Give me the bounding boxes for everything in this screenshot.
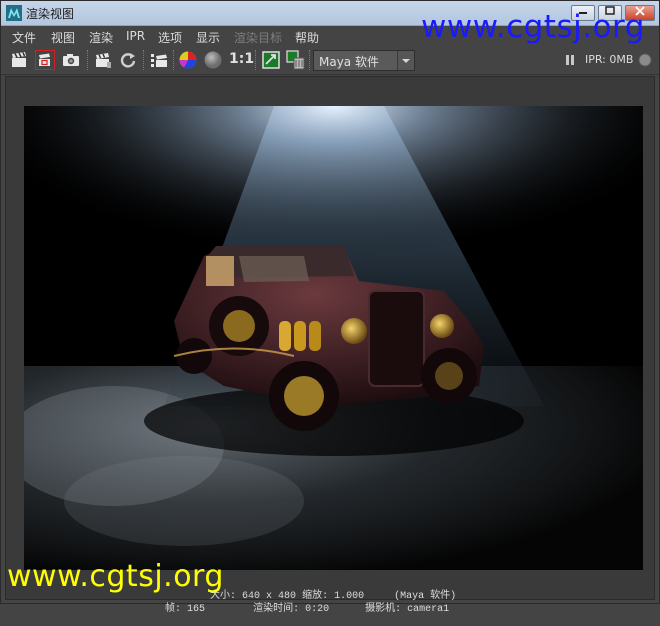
remove-image-icon[interactable] (286, 50, 306, 70)
ipr-memory-status: IPR: 0MB (585, 53, 634, 66)
snapshot-camera-icon[interactable] (61, 50, 81, 70)
camera-label: 摄影机: (365, 604, 402, 615)
real-size-button[interactable]: 1:1 (229, 51, 254, 67)
refresh-ipr-icon[interactable] (118, 50, 138, 70)
menu-display[interactable]: 显示 (196, 29, 220, 46)
render-clapper-icon[interactable] (9, 50, 29, 70)
render-time-label: 渲染时间: (253, 604, 300, 615)
watermark-top: www.cgtsj.org (421, 9, 645, 45)
pause-ipr-icon[interactable] (564, 54, 576, 66)
ipr-status-indicator-icon (638, 53, 652, 67)
renderer-dropdown[interactable]: Maya 软件 (313, 50, 415, 71)
toolbar-separator (309, 50, 312, 70)
menu-help[interactable]: 帮助 (295, 29, 319, 46)
toolbar: 1:1 Maya 软件 IPR: 0MB (1, 46, 659, 75)
rendered-image[interactable] (24, 106, 643, 570)
render-sequence-icon[interactable] (149, 50, 169, 70)
keep-image-button[interactable] (261, 50, 281, 70)
toolbar-separator (173, 50, 176, 70)
rgb-channels-icon[interactable] (178, 50, 198, 70)
chevron-down-icon (402, 59, 410, 63)
toolbar-separator (255, 50, 258, 70)
frame-value: 165 (187, 604, 206, 615)
frame-label: 帧: (165, 604, 182, 615)
toolbar-separator (143, 50, 146, 70)
render-region-icon (39, 53, 50, 66)
menu-render[interactable]: 渲染 (89, 29, 113, 46)
render-region-button[interactable] (35, 50, 55, 70)
render-view-window: 渲染视图 文件 视图 渲染 IPR 选项 显示 渲染目标 帮助 1:1 Maya… (0, 0, 660, 615)
rendered-car-scene (24, 106, 643, 570)
watermark-bottom: www.cgtsj.org (7, 559, 224, 594)
keep-image-icon (262, 51, 280, 69)
camera-value: camera1 (407, 604, 450, 615)
menu-ipr[interactable]: IPR (126, 29, 145, 43)
menu-view[interactable]: 视图 (51, 29, 75, 46)
toolbar-separator (87, 50, 90, 70)
ipr-render-icon[interactable] (93, 50, 113, 70)
menu-render-target[interactable]: 渲染目标 (234, 29, 282, 46)
dropdown-arrow-button[interactable] (397, 51, 414, 70)
window-title: 渲染视图 (26, 7, 75, 21)
maya-app-icon (6, 5, 22, 21)
render-time-value: 0:20 (305, 604, 330, 615)
alpha-channel-icon[interactable] (203, 50, 223, 70)
menu-options[interactable]: 选项 (158, 29, 182, 46)
renderer-dropdown-value: Maya 软件 (319, 55, 379, 69)
menu-file[interactable]: 文件 (12, 29, 36, 46)
